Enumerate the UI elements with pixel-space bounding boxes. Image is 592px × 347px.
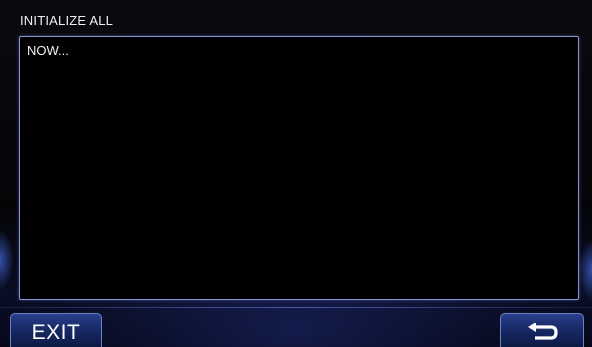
edge-glow-left — [0, 230, 14, 290]
exit-button[interactable]: EXIT — [10, 313, 102, 347]
back-button[interactable] — [500, 313, 584, 347]
exit-button-label: EXIT — [31, 320, 81, 344]
return-arrow-icon — [528, 322, 558, 340]
message-panel: NOW... — [19, 36, 579, 300]
initialize-screen: INITIALIZE ALL NOW... EXIT — [0, 0, 592, 347]
title-bar: INITIALIZE ALL — [20, 8, 113, 32]
status-message: NOW... — [27, 43, 69, 58]
page-title: INITIALIZE ALL — [20, 12, 114, 28]
edge-glow-right — [578, 240, 592, 300]
footer-divider — [0, 307, 592, 308]
